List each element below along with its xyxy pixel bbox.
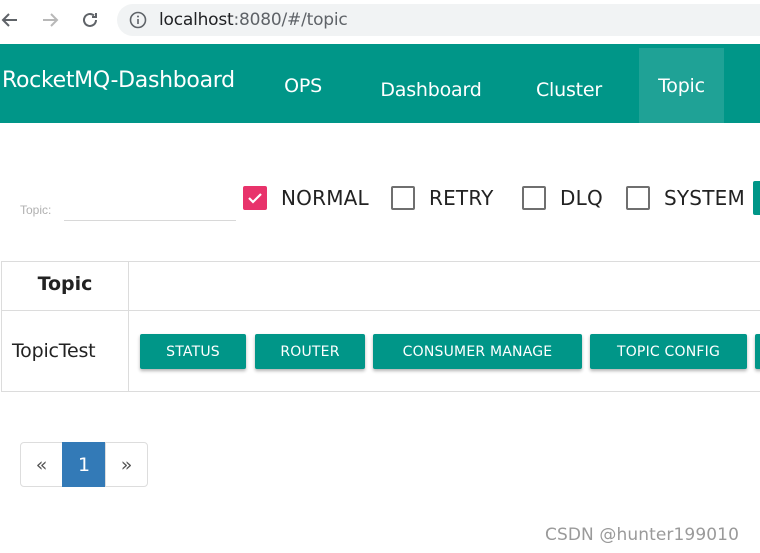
cut-off-button[interactable] — [753, 181, 760, 215]
table-cell-topic-name: TopicTest — [12, 340, 96, 362]
table-column-divider — [128, 261, 129, 392]
topic-filter-label: Topic: — [20, 203, 52, 217]
forward-arrow-icon[interactable] — [36, 6, 64, 34]
topic-filter-input[interactable] — [64, 199, 236, 221]
consumer-manage-button[interactable]: CONSUMER MANAGE — [373, 334, 582, 369]
router-button[interactable]: ROUTER — [255, 334, 365, 369]
table-header-topic: Topic — [37, 273, 93, 295]
url-text: localhost:8080/#/topic — [159, 10, 348, 30]
table-row-divider — [1, 310, 760, 311]
nav-item-cluster[interactable]: Cluster — [518, 52, 620, 127]
watermark: CSDN @hunter199010 — [545, 525, 740, 545]
normal-checkbox-label[interactable]: NORMAL — [281, 186, 369, 210]
normal-checkbox[interactable] — [243, 186, 267, 210]
topic-config-button[interactable]: TOPIC CONFIG — [590, 334, 747, 369]
pagination-page-1[interactable]: 1 — [62, 442, 106, 487]
system-checkbox-label[interactable]: SYSTEM — [664, 186, 745, 210]
url-path: :8080/#/topic — [233, 10, 348, 30]
pagination-next[interactable]: » — [105, 442, 148, 487]
system-checkbox[interactable] — [626, 186, 650, 210]
back-arrow-icon[interactable] — [0, 6, 24, 34]
brand-title[interactable]: RocketMQ-Dashboard — [2, 68, 235, 93]
nav-item-topic[interactable]: Topic — [639, 48, 724, 123]
nav-item-ops[interactable]: OPS — [262, 48, 344, 123]
cut-off-action-button[interactable] — [755, 334, 760, 369]
info-icon[interactable] — [129, 11, 147, 29]
nav-item-dashboard[interactable]: Dashboard — [366, 52, 496, 127]
dlq-checkbox[interactable] — [522, 186, 546, 210]
app-header: RocketMQ-Dashboard OPS Dashboard Cluster… — [0, 44, 760, 123]
browser-toolbar: localhost:8080/#/topic — [0, 0, 760, 44]
pagination-prev[interactable]: « — [20, 442, 63, 487]
status-button[interactable]: STATUS — [140, 334, 246, 369]
check-icon — [248, 193, 262, 204]
address-bar[interactable]: localhost:8080/#/topic — [117, 4, 760, 36]
url-host: localhost — [159, 10, 234, 30]
reload-icon[interactable] — [76, 6, 104, 34]
dlq-checkbox-label[interactable]: DLQ — [560, 186, 603, 210]
retry-checkbox-label[interactable]: RETRY — [429, 186, 494, 210]
retry-checkbox[interactable] — [391, 186, 415, 210]
